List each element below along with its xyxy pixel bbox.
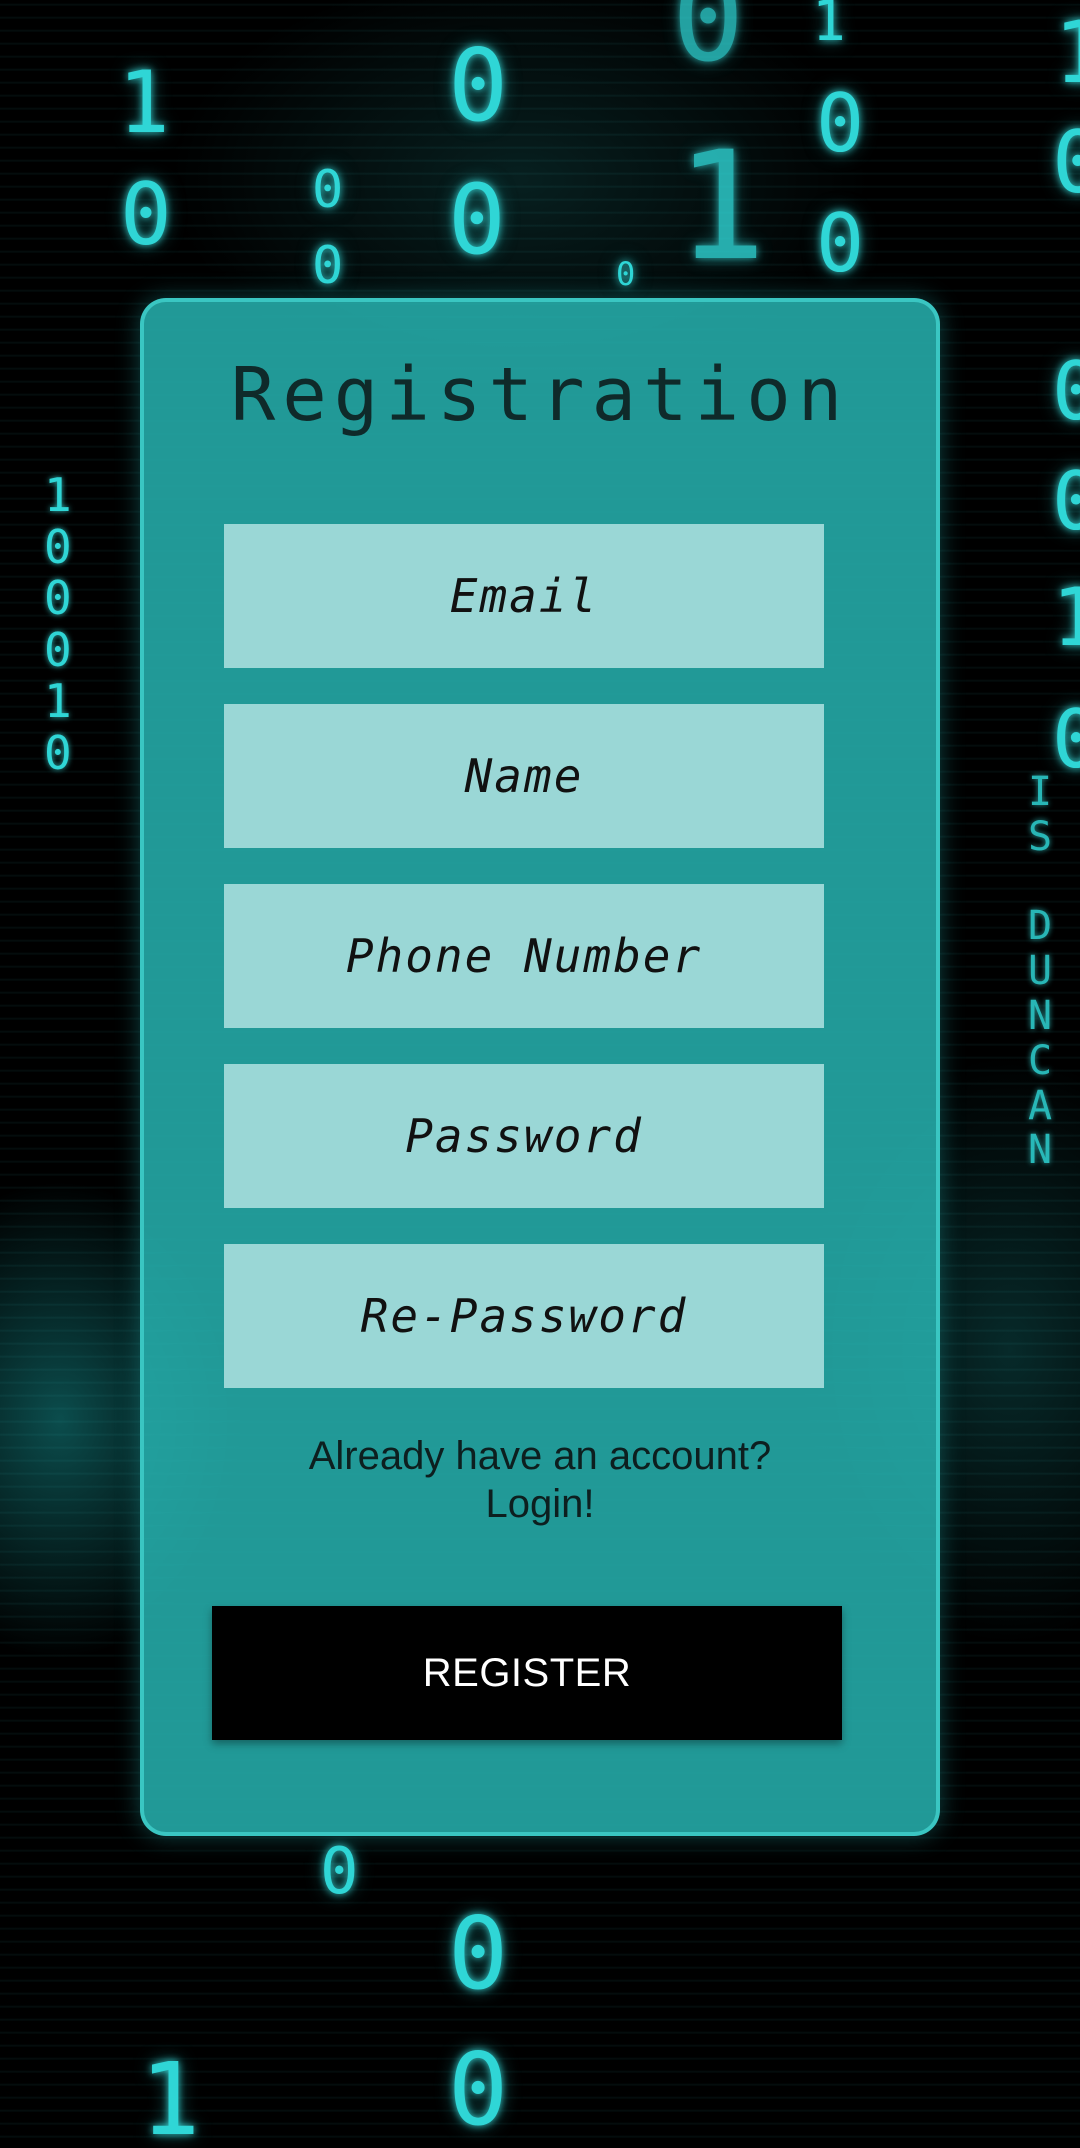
bg-digit: 0 xyxy=(1052,113,1080,213)
bg-digit: 0 xyxy=(320,1835,359,1909)
email-field[interactable] xyxy=(224,524,824,668)
bg-digit: 0 xyxy=(1052,345,1080,438)
bg-digit: 1 xyxy=(140,2041,201,2148)
bg-digit: 1 xyxy=(812,0,846,54)
login-link-text: Login! xyxy=(485,1482,595,1526)
bg-digit: 0 xyxy=(448,2031,509,2148)
bg-digit: 0 xyxy=(448,1895,509,2012)
bg-digit: 0 xyxy=(312,236,344,296)
bg-digit: 0 xyxy=(120,165,172,265)
bg-digit: 0 xyxy=(616,255,636,293)
bg-digit: 0 xyxy=(672,0,745,89)
login-prompt-text: Already have an account? xyxy=(308,1434,772,1478)
register-button[interactable]: REGISTER xyxy=(212,1606,842,1740)
bg-digit: 1 xyxy=(118,53,170,153)
bg-letter-column: I S D U N C A N xyxy=(1028,769,1053,1174)
login-link[interactable]: Already have an account? Login! xyxy=(144,1432,936,1528)
bg-digit: 0 xyxy=(1052,455,1080,548)
bg-digit: 1 xyxy=(1054,3,1080,103)
bg-digit: 1 xyxy=(676,120,767,294)
phone-number-field[interactable] xyxy=(224,884,824,1028)
re-password-field[interactable] xyxy=(224,1244,824,1388)
password-field[interactable] xyxy=(224,1064,824,1208)
page-title: Registration xyxy=(230,352,850,438)
bg-digit: 0 xyxy=(448,27,509,144)
bg-digit: 0 xyxy=(448,164,506,276)
bg-digit-column: 1 0 0 0 1 0 xyxy=(44,468,72,780)
name-field[interactable] xyxy=(224,704,824,848)
bg-digit: 0 xyxy=(312,160,344,220)
bg-digit: 0 xyxy=(816,77,865,170)
bg-digit: 0 xyxy=(816,197,865,290)
bg-digit: 0 xyxy=(1052,693,1080,786)
registration-card: Registration Already have an account? Lo… xyxy=(140,298,940,1836)
bg-digit: 1 xyxy=(1052,571,1080,664)
